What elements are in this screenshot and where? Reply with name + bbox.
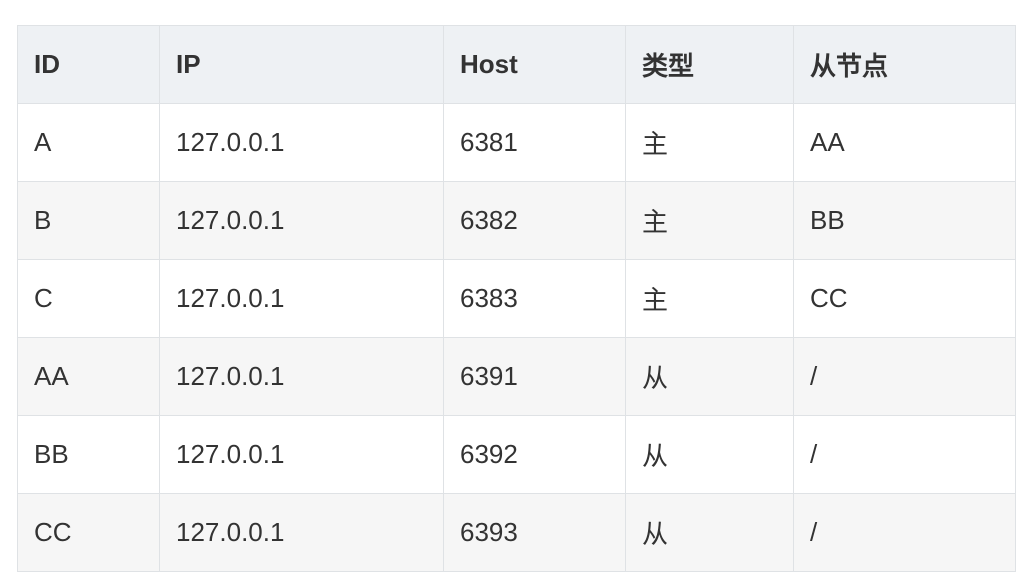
cell-host: 6392 (443, 415, 626, 494)
header-ip: IP (159, 25, 444, 104)
cell-ip: 127.0.0.1 (159, 181, 444, 260)
cell-ip: 127.0.0.1 (159, 493, 444, 572)
cell-replica: CC (793, 259, 1016, 338)
table-row: CC 127.0.0.1 6393 从 / (17, 493, 1016, 572)
cell-ip: 127.0.0.1 (159, 259, 444, 338)
cell-replica: BB (793, 181, 1016, 260)
header-id: ID (17, 25, 160, 104)
table-row: C 127.0.0.1 6383 主 CC (17, 259, 1016, 338)
cell-host: 6381 (443, 103, 626, 182)
cell-id: C (17, 259, 160, 338)
cell-type: 从 (625, 337, 794, 416)
cell-replica: / (793, 415, 1016, 494)
header-type: 类型 (625, 25, 794, 104)
cell-type: 主 (625, 259, 794, 338)
header-row: ID IP Host 类型 从节点 (17, 25, 1016, 104)
cluster-nodes-table: ID IP Host 类型 从节点 A 127.0.0.1 6381 主 AA … (17, 25, 1016, 572)
cell-id: CC (17, 493, 160, 572)
table-row: A 127.0.0.1 6381 主 AA (17, 103, 1016, 182)
cell-ip: 127.0.0.1 (159, 415, 444, 494)
table-row: B 127.0.0.1 6382 主 BB (17, 181, 1016, 260)
table-body: A 127.0.0.1 6381 主 AA B 127.0.0.1 6382 主… (17, 103, 1016, 572)
cell-replica: AA (793, 103, 1016, 182)
table-container: ID IP Host 类型 从节点 A 127.0.0.1 6381 主 AA … (17, 25, 1016, 572)
cell-type: 从 (625, 493, 794, 572)
cell-id: AA (17, 337, 160, 416)
cell-replica: / (793, 337, 1016, 416)
table-header: ID IP Host 类型 从节点 (17, 25, 1016, 104)
cell-host: 6383 (443, 259, 626, 338)
cell-id: A (17, 103, 160, 182)
table-row: AA 127.0.0.1 6391 从 / (17, 337, 1016, 416)
cell-host: 6393 (443, 493, 626, 572)
cell-ip: 127.0.0.1 (159, 103, 444, 182)
cell-ip: 127.0.0.1 (159, 337, 444, 416)
cell-type: 主 (625, 181, 794, 260)
cell-id: BB (17, 415, 160, 494)
cell-type: 主 (625, 103, 794, 182)
header-host: Host (443, 25, 626, 104)
cell-host: 6391 (443, 337, 626, 416)
table-row: BB 127.0.0.1 6392 从 / (17, 415, 1016, 494)
cell-type: 从 (625, 415, 794, 494)
cell-id: B (17, 181, 160, 260)
cell-host: 6382 (443, 181, 626, 260)
header-replica: 从节点 (793, 25, 1016, 104)
cell-replica: / (793, 493, 1016, 572)
